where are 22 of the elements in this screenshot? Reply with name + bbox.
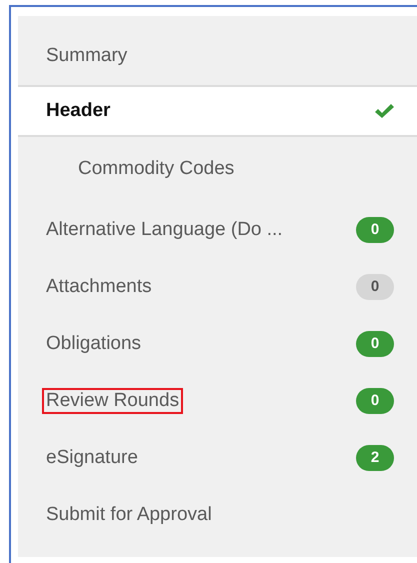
sidebar-item[interactable]: Header: [18, 87, 417, 137]
count-badge: 0: [356, 216, 394, 242]
item-label: Summary: [45, 44, 128, 68]
highlighted-label: Review Rounds: [42, 388, 184, 414]
count-badge: 0: [356, 388, 394, 414]
count-badge: 0: [356, 274, 394, 300]
count-badge: 2: [356, 444, 394, 470]
item-label: Alternative Language (Do ...: [45, 218, 284, 242]
sidebar-item[interactable]: Alternative Language (Do ... 0: [18, 201, 417, 258]
sidebar-item[interactable]: Attachments 0: [18, 258, 417, 315]
item-label: Obligations: [45, 332, 142, 356]
sidebar-item[interactable]: Obligations 0: [18, 315, 417, 372]
item-label: Attachments: [45, 274, 153, 298]
item-label: Submit for Approval: [45, 502, 213, 526]
sidebar-item[interactable]: Commodity Codes: [18, 137, 417, 201]
count-badge: 0: [356, 330, 394, 356]
item-label: Header: [45, 99, 112, 123]
sidebar-item[interactable]: eSignature 2: [18, 429, 417, 486]
item-label: eSignature: [45, 446, 139, 470]
item-label: Commodity Codes: [77, 157, 236, 181]
sidebar-item[interactable]: Review Rounds 0: [18, 372, 417, 429]
sidebar-item[interactable]: Submit for Approval: [18, 486, 417, 543]
